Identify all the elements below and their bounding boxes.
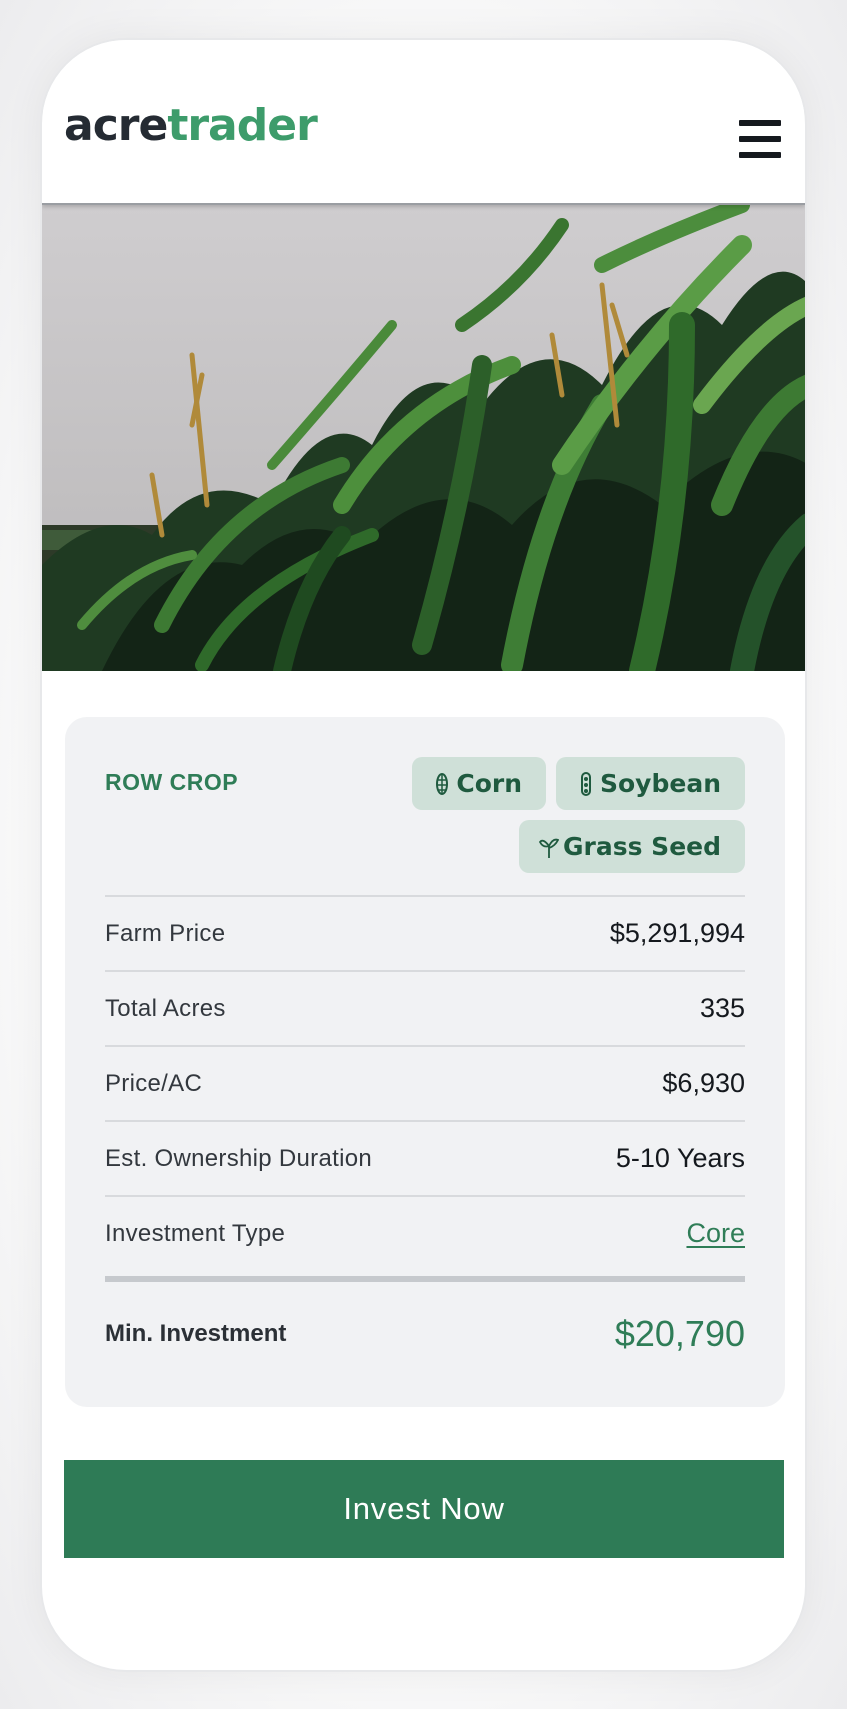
tag-grass-seed: Grass Seed	[519, 820, 745, 873]
row-price-per-acre: Price/AC $6,930	[105, 1045, 745, 1120]
tag-label: Corn	[456, 769, 522, 798]
row-farm-price: Farm Price $5,291,994	[105, 895, 745, 970]
row-investment-type: Investment Type Core	[105, 1195, 745, 1270]
row-label: Price/AC	[105, 1069, 203, 1097]
crop-tags: Corn Soybean Grass Seed	[405, 757, 745, 873]
sprout-icon	[539, 838, 559, 858]
row-ownership-duration: Est. Ownership Duration 5-10 Years	[105, 1120, 745, 1195]
investment-type-link[interactable]: Core	[686, 1218, 745, 1249]
farm-details-list: Farm Price $5,291,994 Total Acres 335 Pr…	[105, 895, 745, 1386]
row-value: 5-10 Years	[615, 1143, 745, 1173]
tag-label: Grass Seed	[563, 832, 721, 861]
row-value: $6,930	[662, 1068, 745, 1098]
row-label: Est. Ownership Duration	[105, 1144, 373, 1172]
hero-cornfield-image	[42, 205, 805, 671]
row-value: $5,291,994	[609, 918, 745, 948]
row-min-investment: Min. Investment $20,790	[105, 1282, 745, 1386]
tag-label: Soybean	[600, 769, 721, 798]
tag-corn: Corn	[412, 757, 546, 810]
row-label: Investment Type	[105, 1219, 286, 1247]
acretrader-logo[interactable]: acretrader	[64, 104, 318, 148]
hamburger-icon[interactable]	[739, 120, 781, 158]
logo-text-acre: acre	[64, 100, 168, 151]
farm-listing-card: ROW CROP Corn Soybean Grass Seed Farm Pr…	[65, 717, 785, 1407]
phone-frame: acretrader ROW CROP Corn Soybean Grass S…	[40, 38, 807, 1672]
row-total-acres: Total Acres 335	[105, 970, 745, 1045]
row-value: 335	[699, 993, 745, 1023]
soybean-icon	[581, 771, 591, 796]
cornfield-illustration	[42, 205, 805, 671]
tag-soybean: Soybean	[556, 757, 745, 810]
crop-category-label: ROW CROP	[105, 769, 239, 795]
row-label: Total Acres	[105, 994, 226, 1022]
invest-now-button[interactable]: Invest Now	[64, 1460, 784, 1558]
corn-icon	[436, 772, 449, 795]
min-investment-value: $20,790	[614, 1313, 745, 1354]
site-header: acretrader	[42, 40, 805, 205]
min-investment-label: Min. Investment	[105, 1320, 287, 1347]
logo-text-trader: trader	[167, 100, 317, 151]
row-label: Farm Price	[105, 919, 226, 947]
